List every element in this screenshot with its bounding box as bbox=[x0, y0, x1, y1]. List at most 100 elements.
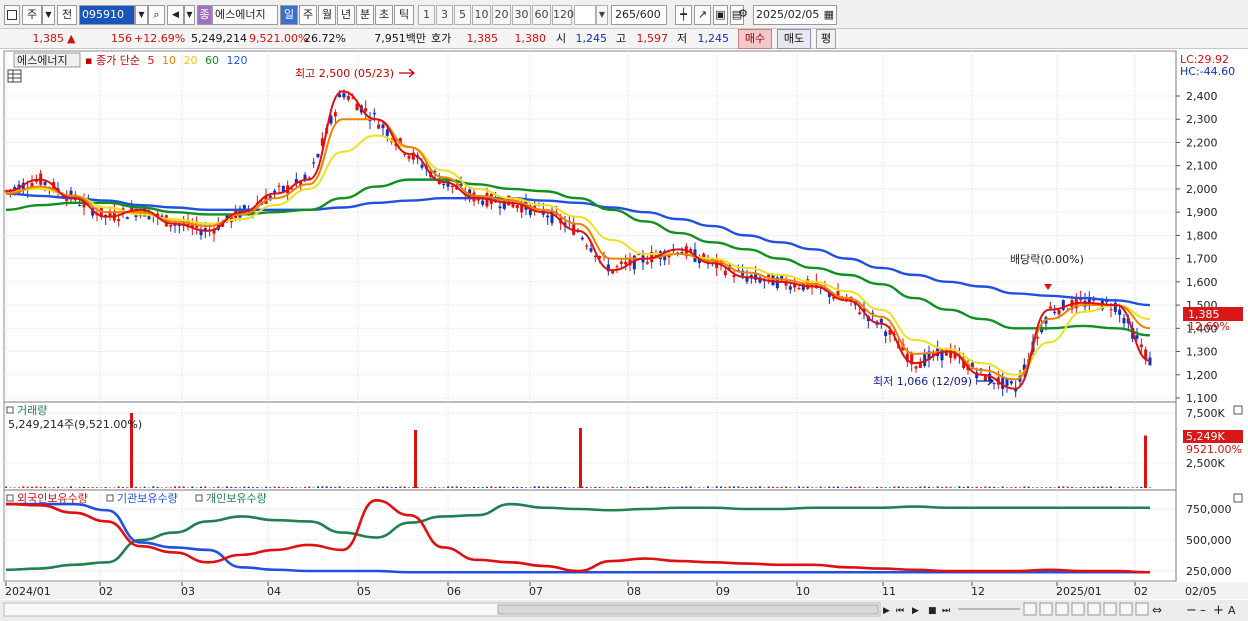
candle-count-field[interactable]: 265/600 bbox=[611, 5, 667, 25]
candle-body bbox=[1009, 381, 1013, 384]
candle-type-icon[interactable]: ┿ bbox=[675, 5, 692, 25]
sell-button[interactable]: 매도 bbox=[777, 29, 811, 49]
candle-body bbox=[1092, 299, 1096, 301]
count-5[interactable]: 5 bbox=[454, 5, 471, 25]
volume-bar bbox=[451, 486, 454, 488]
zoom-fit-icon[interactable] bbox=[1023, 602, 1037, 616]
volume-bar bbox=[52, 487, 55, 488]
candle-body bbox=[377, 124, 381, 129]
list-icon[interactable] bbox=[1119, 602, 1133, 616]
volume-bar bbox=[282, 487, 285, 488]
panel-title: 에스에너지 bbox=[17, 54, 68, 67]
x-axis-label: 02 bbox=[1134, 585, 1148, 598]
eval-button[interactable]: 평 bbox=[816, 29, 836, 49]
panel-close-icon[interactable] bbox=[1233, 405, 1243, 415]
pan-icon[interactable]: ⇔ bbox=[1152, 603, 1162, 617]
period-month[interactable]: 월 bbox=[318, 5, 336, 25]
layout-icon[interactable] bbox=[1071, 602, 1085, 616]
count-input[interactable] bbox=[574, 5, 596, 25]
split-icon[interactable] bbox=[1087, 602, 1101, 616]
zoom-area-icon[interactable] bbox=[1039, 602, 1053, 616]
count-1[interactable]: 1 bbox=[418, 5, 435, 25]
scroll-right-icon[interactable]: ▶ bbox=[883, 606, 890, 616]
period-tick[interactable]: 틱 bbox=[394, 5, 414, 25]
stock-code-input[interactable]: 095910 bbox=[79, 5, 135, 25]
chevron-down-icon[interactable]: ▼ bbox=[596, 5, 608, 25]
volume-bar bbox=[720, 486, 722, 488]
panel-checkbox[interactable] bbox=[195, 494, 203, 502]
buy-button[interactable]: 매수 bbox=[738, 29, 772, 49]
scroll-thumb[interactable] bbox=[497, 604, 879, 615]
scroll-start-icon[interactable]: ⏮ bbox=[896, 606, 904, 616]
volume-bar bbox=[26, 486, 29, 488]
volume-bar bbox=[997, 487, 1000, 488]
gear-icon[interactable]: ⚙ bbox=[734, 5, 752, 25]
volume-bar bbox=[22, 486, 25, 488]
chevron-down-icon[interactable]: ▼ bbox=[184, 5, 195, 25]
count-30[interactable]: 30 bbox=[512, 5, 531, 25]
volume-bar bbox=[1027, 486, 1030, 488]
period-minute[interactable]: 분 bbox=[356, 5, 374, 25]
volume-bar bbox=[988, 486, 991, 488]
x-axis-label: 2025/01 bbox=[1056, 585, 1102, 598]
volume-bar bbox=[785, 486, 787, 488]
count-3[interactable]: 3 bbox=[436, 5, 453, 25]
panel-checkbox[interactable] bbox=[6, 406, 14, 414]
period-second[interactable]: 초 bbox=[375, 5, 393, 25]
count-60[interactable]: 60 bbox=[532, 5, 551, 25]
zoom-restore-icon[interactable] bbox=[1055, 602, 1069, 616]
volume-spike bbox=[1144, 435, 1147, 488]
price-axis: 2,400 2,300 2,200 2,100 2,000 1,900 1,800 1,700… bbox=[1176, 90, 1218, 405]
shrink-icon[interactable]: – bbox=[1200, 603, 1206, 617]
volume-bar bbox=[286, 487, 289, 488]
period-day[interactable]: 일 bbox=[280, 5, 298, 25]
volume-bar bbox=[598, 486, 601, 488]
candle-body bbox=[788, 286, 792, 290]
code-dropdown-icon[interactable]: ▼ bbox=[135, 5, 148, 25]
settings-icon[interactable] bbox=[1135, 602, 1149, 616]
count-120[interactable]: 120 bbox=[552, 5, 574, 25]
chart-area[interactable]: 에스에너지 ▪ 종가 단순 5 10 20 60 120 최고 2,500 (0… bbox=[0, 50, 1248, 621]
table-icon[interactable] bbox=[7, 69, 22, 83]
zoom-out-icon[interactable]: − bbox=[1186, 603, 1197, 618]
volume-bar bbox=[923, 486, 926, 488]
panel-close-icon[interactable] bbox=[1233, 493, 1243, 503]
scroll-end-icon[interactable]: ⏭ bbox=[942, 606, 950, 616]
grid-icon[interactable] bbox=[1103, 602, 1117, 616]
volume-bar bbox=[464, 487, 467, 488]
date-field[interactable]: 2025/02/05 ▦ bbox=[753, 5, 837, 25]
volume-bar bbox=[1032, 487, 1034, 488]
calendar-icon[interactable]: ▦ bbox=[824, 6, 834, 24]
layout-icon[interactable] bbox=[4, 5, 20, 25]
search-icon[interactable]: ⌕ bbox=[148, 5, 165, 25]
volume-bar bbox=[256, 486, 259, 488]
scroll-play-icon[interactable]: ▶ bbox=[912, 606, 919, 616]
count-20[interactable]: 20 bbox=[492, 5, 511, 25]
panel-checkbox[interactable] bbox=[106, 494, 114, 502]
jeon-button[interactable]: 전 bbox=[57, 5, 77, 25]
candle-body bbox=[1122, 317, 1126, 324]
save-icon[interactable]: ▣ bbox=[713, 5, 728, 25]
zoom-in-icon[interactable]: + bbox=[1213, 603, 1224, 618]
period-week[interactable]: 주 bbox=[299, 5, 317, 25]
chevron-down-icon[interactable]: ▼ bbox=[42, 5, 55, 25]
price-axis-label: 1,800 bbox=[1186, 229, 1218, 242]
volume-bar bbox=[1010, 487, 1013, 488]
scroll-stop-icon[interactable]: ■ bbox=[928, 606, 937, 616]
volume-bar bbox=[377, 486, 380, 488]
candle-body bbox=[585, 245, 589, 247]
draw-tool-icon[interactable]: ↗ bbox=[694, 5, 711, 25]
panel-checkbox[interactable] bbox=[6, 494, 14, 502]
period-year[interactable]: 년 bbox=[337, 5, 355, 25]
volume-bar bbox=[347, 487, 350, 488]
volume-bar bbox=[568, 487, 571, 488]
auto-scale-icon[interactable]: A bbox=[1228, 604, 1236, 617]
volume-bar bbox=[317, 486, 319, 488]
volume-ratio-tag: 9521.00% bbox=[1186, 443, 1242, 456]
mode-select[interactable]: 주 bbox=[22, 5, 42, 25]
volume-bar bbox=[35, 486, 38, 488]
volume-bar bbox=[165, 487, 168, 488]
volume-bar bbox=[763, 487, 766, 488]
speaker-icon[interactable]: ◀ bbox=[167, 5, 184, 25]
count-10[interactable]: 10 bbox=[472, 5, 491, 25]
